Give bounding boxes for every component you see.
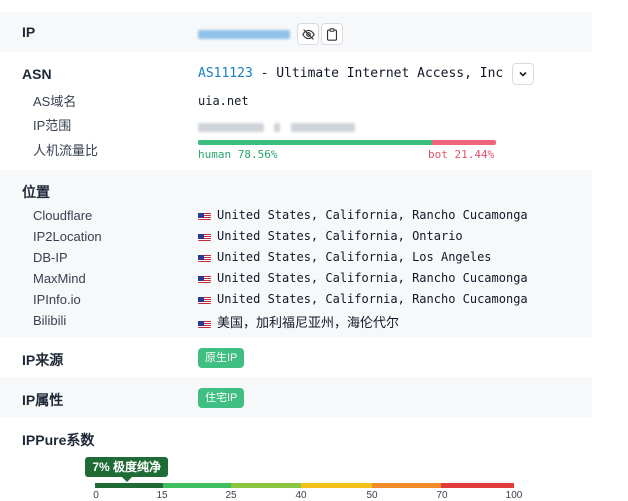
location-source-ipinfo: IPInfo.io [33,292,81,307]
location-place: United States, California, Rancho Cucamo… [198,271,528,285]
location-source-maxmind: MaxMind [33,271,86,286]
traffic-ratio-label: 人机流量比 [33,143,99,158]
scale-segment [372,483,441,488]
residential-ip-badge: 住宅IP [198,388,245,408]
us-flag-icon [198,319,211,328]
scale-segment [163,483,231,488]
scale-tick: 100 [505,490,523,501]
scale-tick: 40 [295,490,307,501]
copy-button[interactable] [321,23,343,45]
eye-off-icon [301,28,315,40]
as-domain-label: AS域名 [33,94,77,109]
ippure-score-badge: 7% 极度纯净 [85,457,169,477]
scale-tick: 70 [436,490,448,501]
asn-line: AS11123 - Ultimate Internet Access, Inc [198,66,503,81]
location-source-cloudflare: Cloudflare [33,208,93,223]
ip-range-redacted [198,119,355,137]
as-domain-value: uia.net [198,94,249,108]
ip-address-redacted [198,26,290,44]
location-place: United States, California, Rancho Cucamo… [198,208,528,222]
asn-number-link[interactable]: AS11123 [198,66,253,81]
location-text: United States, California, Los Angeles [217,250,492,264]
location-place: United States, California, Ontario [198,229,463,243]
scale-tick: 25 [225,490,237,501]
ip-source-row: IP来源 原生IP [0,337,592,377]
scale-segment [231,483,301,488]
location-place: United States, California, Rancho Cucamo… [198,292,528,306]
location-source-bilibili: Bilibili [33,313,67,328]
asn-org: - Ultimate Internet Access, Inc [252,66,504,81]
ip-range-label: IP范围 [33,118,72,133]
clipboard-icon [326,27,338,41]
scale-tick: 15 [156,490,168,501]
ip-info-panel: IP ASN AS11123 - Ultimate Internet Acces… [0,0,592,501]
asn-expand-button[interactable] [512,63,534,85]
location-label: 位置 [22,184,50,200]
us-flag-icon [198,295,211,304]
native-ip-badge: 原生IP [198,348,245,368]
scale-tick: 0 [93,490,99,501]
toggle-visibility-button[interactable] [297,23,319,45]
location-text: United States, California, Ontario [217,229,463,243]
location-source-dbip: DB-IP [33,250,68,265]
location-place: 美国，加利福尼亚州，海伦代尔 [198,312,399,331]
bot-ratio-text: bot 21.44% [428,148,495,161]
ippure-pointer [121,477,132,482]
traffic-ratio-bar [198,140,496,145]
ip-row: IP [0,12,592,52]
ip-attribute-label: IP属性 [22,392,64,408]
ip-source-label: IP来源 [22,352,64,368]
location-text: United States, California, Rancho Cucamo… [217,208,528,222]
us-flag-icon [198,253,211,262]
scale-segment [441,483,514,488]
location-text: United States, California, Rancho Cucamo… [217,271,528,285]
ippure-label: IPPure系数 [22,432,95,448]
scale-segment [95,483,163,488]
location-section: 位置 Cloudflare United States, California,… [0,170,592,337]
chevron-down-icon [519,71,527,77]
location-source-ip2location: IP2Location [33,229,102,244]
location-text: 美国，加利福尼亚州，海伦代尔 [217,316,400,331]
us-flag-icon [198,211,211,220]
asn-section: ASN AS11123 - Ultimate Internet Access, … [0,52,592,170]
human-ratio-text: human 78.56% [198,148,278,161]
traffic-ratio-human-fill [198,140,433,145]
us-flag-icon [198,274,211,283]
location-text: United States, California, Rancho Cucamo… [217,292,528,306]
scale-segment [301,483,372,488]
ip-label: IP [22,24,36,40]
ip-attribute-row: IP属性 住宅IP [0,377,592,417]
location-place: United States, California, Los Angeles [198,250,492,264]
us-flag-icon [198,232,211,241]
scale-tick: 50 [366,490,378,501]
asn-label: ASN [22,66,52,82]
